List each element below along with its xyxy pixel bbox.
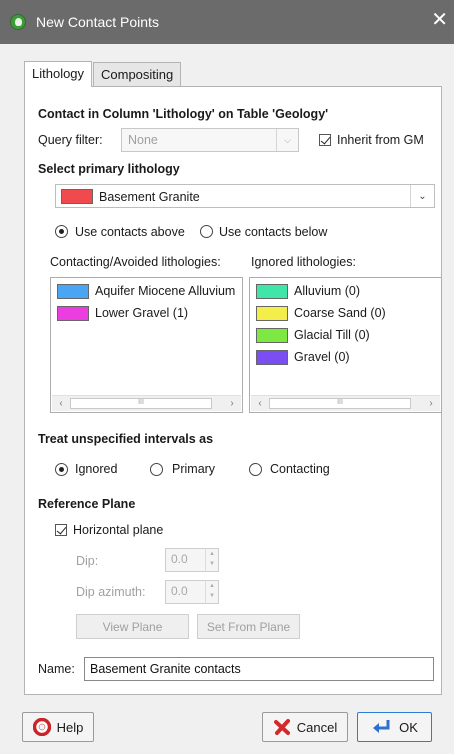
list-item-label: Glacial Till (0) bbox=[294, 328, 370, 342]
inherit-from-gm-label: Inherit from GM bbox=[337, 133, 424, 147]
lithology-tab-panel: Contact in Column 'Lithology' on Table '… bbox=[24, 86, 442, 695]
close-icon[interactable]: ✕ bbox=[431, 10, 448, 30]
scroll-right-icon[interactable]: › bbox=[225, 396, 239, 411]
use-contacts-above-radio[interactable] bbox=[55, 225, 68, 238]
ok-return-icon bbox=[373, 720, 390, 733]
use-contacts-below-label: Use contacts below bbox=[219, 225, 328, 239]
use-contacts-above-label: Use contacts above bbox=[75, 225, 185, 239]
primary-color-swatch bbox=[61, 189, 93, 204]
ignored-radio-label: Ignored bbox=[75, 462, 118, 476]
dip-value: 0.0 bbox=[171, 552, 188, 566]
view-plane-button-label: View Plane bbox=[102, 619, 163, 634]
inherit-from-gm-checkbox[interactable] bbox=[319, 134, 331, 146]
list-item-label: Alluvium (0) bbox=[294, 284, 360, 298]
contacting-radio-label: Contacting bbox=[270, 462, 330, 476]
contacting-lithologies-list[interactable]: Aquifer Miocene Alluvium Lower Gravel (1… bbox=[50, 277, 243, 413]
scrollbar-grip-icon: III bbox=[337, 399, 343, 406]
cancel-x-icon bbox=[273, 719, 290, 735]
query-filter-label: Query filter: bbox=[38, 133, 103, 147]
name-input[interactable] bbox=[85, 658, 433, 680]
scrollbar-grip-icon: III bbox=[138, 399, 144, 406]
primary-lithology-heading: Select primary lithology bbox=[38, 162, 180, 176]
name-field[interactable] bbox=[84, 657, 434, 681]
lower-gravel-color-swatch bbox=[57, 306, 89, 321]
gravel-color-swatch bbox=[256, 350, 288, 365]
aquifer-color-swatch bbox=[57, 284, 89, 299]
coarse-sand-color-swatch bbox=[256, 306, 288, 321]
title-bar: New Contact Points ✕ bbox=[0, 0, 454, 44]
scroll-left-icon[interactable]: ‹ bbox=[253, 396, 267, 411]
cancel-button-label: Cancel bbox=[296, 719, 338, 735]
horizontal-plane-label: Horizontal plane bbox=[73, 523, 164, 537]
tab-compositing[interactable]: Compositing bbox=[93, 62, 182, 86]
alluvium-color-swatch bbox=[256, 284, 288, 299]
ignored-lithologies-list[interactable]: Alluvium (0) Coarse Sand (0) Glacial Til… bbox=[249, 277, 442, 413]
view-plane-button[interactable]: View Plane bbox=[76, 614, 189, 639]
list-item-label: Gravel (0) bbox=[294, 350, 350, 364]
help-icon bbox=[32, 718, 51, 736]
scroll-right-icon[interactable]: › bbox=[424, 396, 438, 411]
primary-lithology-select[interactable]: Basement Granite ⌄ bbox=[55, 184, 435, 208]
primary-radio-label: Primary bbox=[172, 462, 216, 476]
list-item-label: Coarse Sand (0) bbox=[294, 306, 386, 320]
contacting-radio[interactable] bbox=[249, 463, 262, 476]
horizontal-plane-checkbox[interactable] bbox=[55, 524, 67, 536]
horizontal-scrollbar[interactable]: ‹ III › bbox=[251, 395, 440, 411]
ignored-radio[interactable] bbox=[55, 463, 68, 476]
spin-arrows-icon[interactable]: ▲ ▼ bbox=[205, 549, 218, 571]
dip-spinbox[interactable]: 0.0 ▲ ▼ bbox=[165, 548, 219, 572]
set-from-plane-button-label: Set From Plane bbox=[206, 619, 291, 634]
scroll-left-icon[interactable]: ‹ bbox=[54, 396, 68, 411]
help-button[interactable]: Help bbox=[22, 712, 94, 742]
use-contacts-below-radio[interactable] bbox=[200, 225, 213, 238]
primary-radio[interactable] bbox=[150, 463, 163, 476]
query-filter-value: None bbox=[128, 133, 158, 147]
horizontal-scrollbar[interactable]: ‹ III › bbox=[52, 395, 241, 411]
query-filter-select[interactable]: None ⌵ bbox=[121, 128, 299, 152]
dip-label: Dip: bbox=[76, 554, 99, 568]
dip-azimuth-value: 0.0 bbox=[171, 584, 188, 598]
reference-plane-heading: Reference Plane bbox=[38, 497, 136, 511]
dip-azimuth-spinbox[interactable]: 0.0 ▲ ▼ bbox=[165, 580, 219, 604]
primary-lithology-value: Basement Granite bbox=[99, 190, 200, 204]
set-from-plane-button[interactable]: Set From Plane bbox=[197, 614, 300, 639]
help-button-label: Help bbox=[56, 719, 84, 735]
contacting-lithologies-heading: Contacting/Avoided lithologies: bbox=[50, 255, 221, 269]
dip-azimuth-label: Dip azimuth: bbox=[76, 585, 146, 599]
glacial-till-color-swatch bbox=[256, 328, 288, 343]
chevron-down-icon: ⌵ bbox=[276, 129, 298, 151]
list-item-label: Lower Gravel (1) bbox=[95, 306, 189, 320]
ok-button[interactable]: OK bbox=[357, 712, 432, 742]
app-logo-icon bbox=[10, 14, 26, 30]
ok-button-label: OK bbox=[399, 719, 418, 735]
spin-arrows-icon[interactable]: ▲ ▼ bbox=[205, 581, 218, 603]
chevron-down-icon[interactable]: ⌄ bbox=[410, 185, 434, 207]
query-filter-label-text: Query filter: bbox=[38, 133, 103, 147]
list-item-label: Aquifer Miocene Alluvium bbox=[95, 284, 236, 298]
name-label: Name: bbox=[38, 662, 75, 676]
contact-column-heading: Contact in Column 'Lithology' on Table '… bbox=[38, 107, 329, 121]
window-title: New Contact Points bbox=[36, 14, 159, 30]
tab-lithology[interactable]: Lithology bbox=[24, 61, 93, 87]
cancel-button[interactable]: Cancel bbox=[262, 712, 348, 742]
unspecified-intervals-heading: Treat unspecified intervals as bbox=[38, 432, 214, 446]
ignored-lithologies-heading: Ignored lithologies: bbox=[251, 255, 356, 269]
